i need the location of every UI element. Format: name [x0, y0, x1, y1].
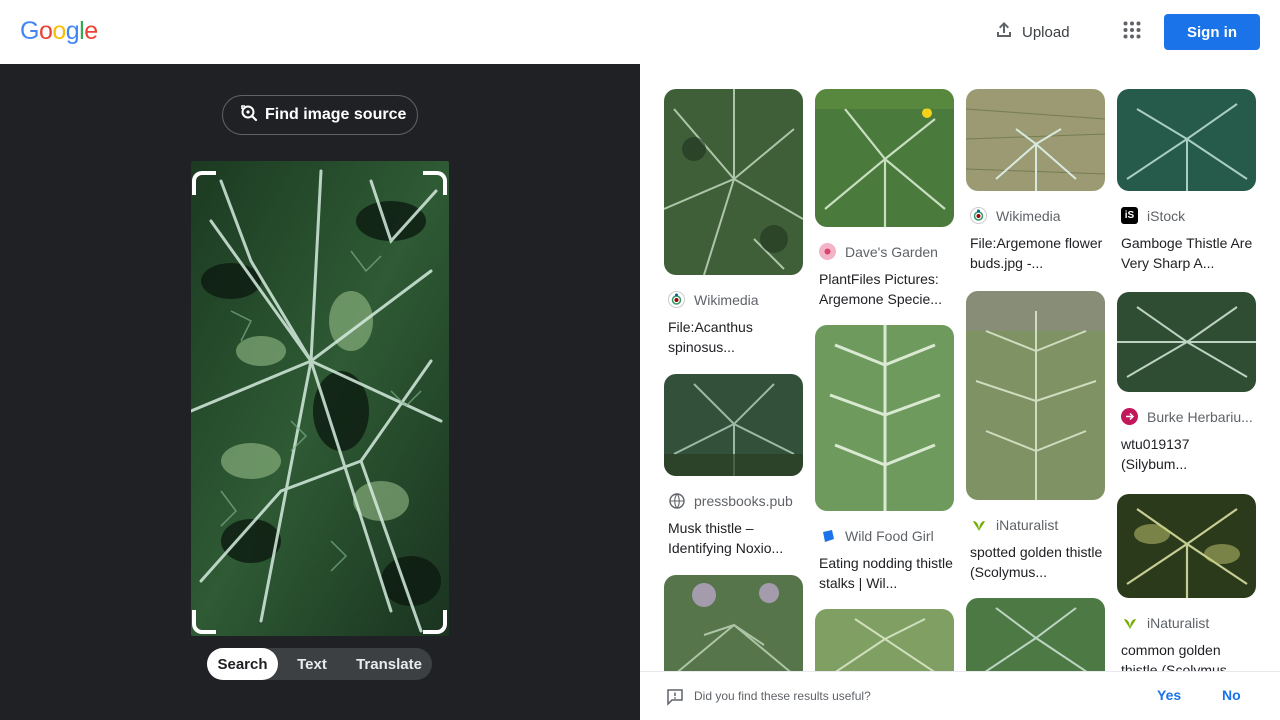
- logo-letter: G: [20, 17, 39, 45]
- result-source: iNaturalist: [966, 516, 1105, 533]
- wild-food-girl-icon: [819, 527, 836, 544]
- result-card[interactable]: iNaturalist spotted golden thistle (Scol…: [966, 291, 1105, 582]
- result-thumbnail[interactable]: [815, 609, 954, 671]
- result-card[interactable]: [815, 609, 954, 671]
- result-title[interactable]: spotted golden thistle (Scolymus...: [966, 542, 1105, 582]
- result-source-name: pressbooks.pub: [694, 492, 793, 509]
- result-source-name: Wild Food Girl: [845, 527, 934, 544]
- result-card[interactable]: iNaturalist common golden thistle (Scoly…: [1117, 494, 1256, 671]
- tab-text[interactable]: Text: [278, 648, 346, 680]
- result-thumbnail[interactable]: [966, 291, 1105, 500]
- result-source-name: iNaturalist: [1147, 614, 1210, 631]
- result-title[interactable]: Eating nodding thistle stalks | Wil...: [815, 553, 954, 593]
- result-source: Wikimedia: [664, 291, 803, 308]
- result-card[interactable]: [664, 575, 803, 671]
- result-thumbnail[interactable]: [815, 325, 954, 511]
- result-source: iS iStock: [1117, 207, 1256, 224]
- result-thumbnail[interactable]: [664, 575, 803, 671]
- result-title[interactable]: Gamboge Thistle Are Very Sharp A...: [1117, 233, 1256, 273]
- result-thumbnail[interactable]: [1117, 494, 1256, 598]
- logo-letter: o: [38, 17, 53, 45]
- google-logo[interactable]: Google: [20, 17, 98, 46]
- feedback-bar: Did you find these results useful? Yes N…: [640, 671, 1280, 720]
- istock-icon: iS: [1121, 207, 1138, 224]
- wikimedia-icon: [668, 291, 685, 308]
- result-title[interactable]: File:Acanthus spinosus...: [664, 317, 803, 357]
- result-source: Wikimedia: [966, 207, 1105, 224]
- result-card[interactable]: Burke Herbariu... wtu019137 (Silybum...: [1117, 292, 1256, 474]
- globe-icon: [668, 492, 685, 509]
- crop-handle-bottom-left[interactable]: [192, 610, 216, 634]
- result-card[interactable]: pressbooks.pub Musk thistle – Identifyin…: [664, 374, 803, 558]
- result-source-name: Wikimedia: [996, 207, 1061, 224]
- result-source: pressbooks.pub: [664, 492, 803, 509]
- wikimedia-icon: [970, 207, 987, 224]
- result-source: Burke Herbariu...: [1117, 408, 1256, 425]
- upload-button[interactable]: Upload: [986, 14, 1078, 50]
- result-title[interactable]: PlantFiles Pictures: Argemone Specie...: [815, 269, 954, 309]
- result-card[interactable]: Wild Food Girl Eating nodding thistle st…: [815, 325, 954, 593]
- daves-garden-icon: [819, 243, 836, 260]
- logo-letter: o: [52, 17, 66, 45]
- burke-herbarium-icon: [1121, 408, 1138, 425]
- feedback-question: Did you find these results useful?: [694, 689, 871, 703]
- result-source-name: Dave's Garden: [845, 243, 938, 260]
- apps-grid-icon: [1123, 21, 1141, 44]
- query-image[interactable]: [191, 161, 449, 636]
- lens-search-icon: [239, 103, 259, 128]
- feedback-no-button[interactable]: No: [1222, 687, 1241, 703]
- tab-search[interactable]: Search: [207, 648, 278, 680]
- upload-icon: [994, 20, 1014, 44]
- result-card[interactable]: iS iStock Gamboge Thistle Are Very Sharp …: [1117, 89, 1256, 273]
- result-source: Dave's Garden: [815, 243, 954, 260]
- result-title[interactable]: common golden thistle (Scolymus...: [1117, 640, 1256, 671]
- result-thumbnail[interactable]: [966, 89, 1105, 191]
- inaturalist-icon: [1121, 614, 1138, 631]
- result-card[interactable]: [966, 598, 1105, 671]
- crop-handle-bottom-right[interactable]: [423, 610, 447, 634]
- result-source-name: iStock: [1147, 207, 1186, 224]
- inaturalist-icon: [970, 516, 987, 533]
- result-thumbnail[interactable]: [815, 89, 954, 227]
- result-thumbnail[interactable]: [1117, 89, 1256, 191]
- result-card[interactable]: Dave's Garden PlantFiles Pictures: Argem…: [815, 89, 954, 309]
- crop-handle-top-right[interactable]: [423, 171, 447, 195]
- feedback-yes-button[interactable]: Yes: [1157, 687, 1181, 703]
- find-image-source-label: Find image source: [265, 106, 407, 123]
- visual-matches-grid: Wikimedia File:Acanthus spinosus... pres…: [640, 64, 1280, 671]
- logo-letter: e: [84, 17, 98, 45]
- result-source-name: iNaturalist: [996, 516, 1059, 533]
- result-source-name: Burke Herbariu...: [1147, 408, 1253, 425]
- result-source: iNaturalist: [1117, 614, 1256, 631]
- result-source-name: Wikimedia: [694, 291, 759, 308]
- image-query-panel: Find image source Search Text Translate: [0, 64, 640, 720]
- google-apps-button[interactable]: [1112, 12, 1152, 52]
- result-thumbnail[interactable]: [664, 89, 803, 275]
- result-source: Wild Food Girl: [815, 527, 954, 544]
- sign-in-button[interactable]: Sign in: [1164, 14, 1260, 50]
- result-thumbnail[interactable]: [664, 374, 803, 476]
- result-card[interactable]: Wikimedia File:Argemone flower buds.jpg …: [966, 89, 1105, 273]
- top-bar: Google Upload Sign in: [0, 0, 1280, 64]
- result-title[interactable]: wtu019137 (Silybum...: [1117, 434, 1256, 474]
- logo-letter: g: [65, 17, 80, 45]
- tab-translate[interactable]: Translate: [346, 648, 432, 680]
- feedback-icon: [666, 688, 684, 711]
- lens-mode-tabs: Search Text Translate: [207, 648, 432, 680]
- result-title[interactable]: Musk thistle – Identifying Noxio...: [664, 518, 803, 558]
- result-thumbnail[interactable]: [966, 598, 1105, 671]
- result-title[interactable]: File:Argemone flower buds.jpg -...: [966, 233, 1105, 273]
- upload-label: Upload: [1022, 23, 1070, 41]
- crop-handle-top-left[interactable]: [192, 171, 216, 195]
- result-card[interactable]: Wikimedia File:Acanthus spinosus...: [664, 89, 803, 357]
- find-image-source-button[interactable]: Find image source: [222, 95, 418, 135]
- result-thumbnail[interactable]: [1117, 292, 1256, 392]
